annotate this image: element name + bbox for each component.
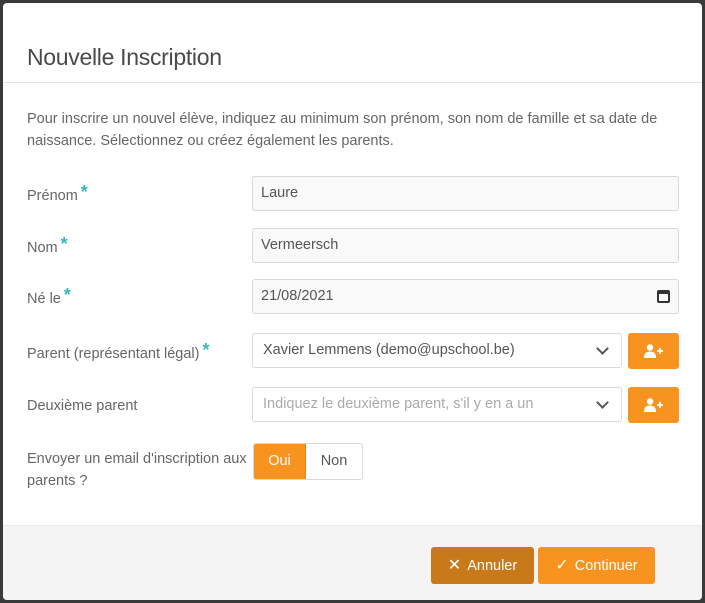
modal-title: Nouvelle Inscription	[27, 44, 222, 70]
intro-text: Pour inscrire un nouvel élève, indiquez …	[27, 111, 658, 149]
continue-label: Continuer	[574, 557, 638, 574]
add-parent-button[interactable]	[628, 333, 679, 369]
chevron-down-icon	[596, 396, 609, 409]
parent-label: Parent (représentant légal) *	[27, 340, 210, 362]
registration-modal: Nouvelle Inscription Pour inscrire un no…	[3, 3, 702, 600]
nom-label: Nom *	[27, 234, 68, 256]
modal-header: Nouvelle Inscription	[3, 3, 702, 83]
parent-select[interactable]: Xavier Lemmens (demo@upschool.be)	[252, 333, 622, 368]
email-label: Envoyer un email d'inscription aux paren…	[27, 451, 247, 489]
parent-select-value: Xavier Lemmens (demo@upschool.be)	[263, 342, 515, 358]
parent2-label: Deuxième parent	[27, 398, 138, 414]
birthdate-input[interactable]: 21/08/2021	[252, 279, 679, 314]
parent2-select[interactable]: Indiquez le deuxième parent, s'il y en a…	[252, 387, 622, 422]
prenom-label: Prénom *	[27, 182, 88, 204]
required-marker: *	[202, 340, 210, 360]
cancel-button[interactable]: ✕ Annuler	[431, 547, 534, 584]
email-no-option[interactable]: Non	[306, 444, 362, 479]
cancel-label: Annuler	[467, 557, 518, 574]
check-icon: ✓	[555, 556, 569, 574]
user-plus-icon	[643, 398, 663, 412]
nom-input[interactable]: Vermeersch	[252, 228, 679, 263]
continue-button[interactable]: ✓ Continuer	[538, 547, 655, 584]
required-marker: *	[60, 234, 68, 254]
chevron-down-icon	[596, 342, 609, 355]
user-plus-icon	[643, 344, 663, 358]
required-marker: *	[63, 285, 71, 305]
birthdate-label: Né le *	[27, 285, 71, 307]
email-toggle[interactable]: Oui Non	[253, 443, 363, 480]
close-icon: ✕	[447, 556, 462, 574]
required-marker: *	[80, 182, 88, 202]
calendar-icon[interactable]	[657, 290, 670, 303]
email-yes-option[interactable]: Oui	[254, 444, 306, 479]
parent2-placeholder: Indiquez le deuxième parent, s'il y en a…	[263, 396, 534, 412]
modal-footer: ✕ Annuler ✓ Continuer	[3, 525, 702, 600]
add-second-parent-button[interactable]	[628, 387, 679, 423]
birthdate-value: 21/08/2021	[261, 288, 334, 304]
prenom-input[interactable]: Laure	[252, 176, 679, 211]
